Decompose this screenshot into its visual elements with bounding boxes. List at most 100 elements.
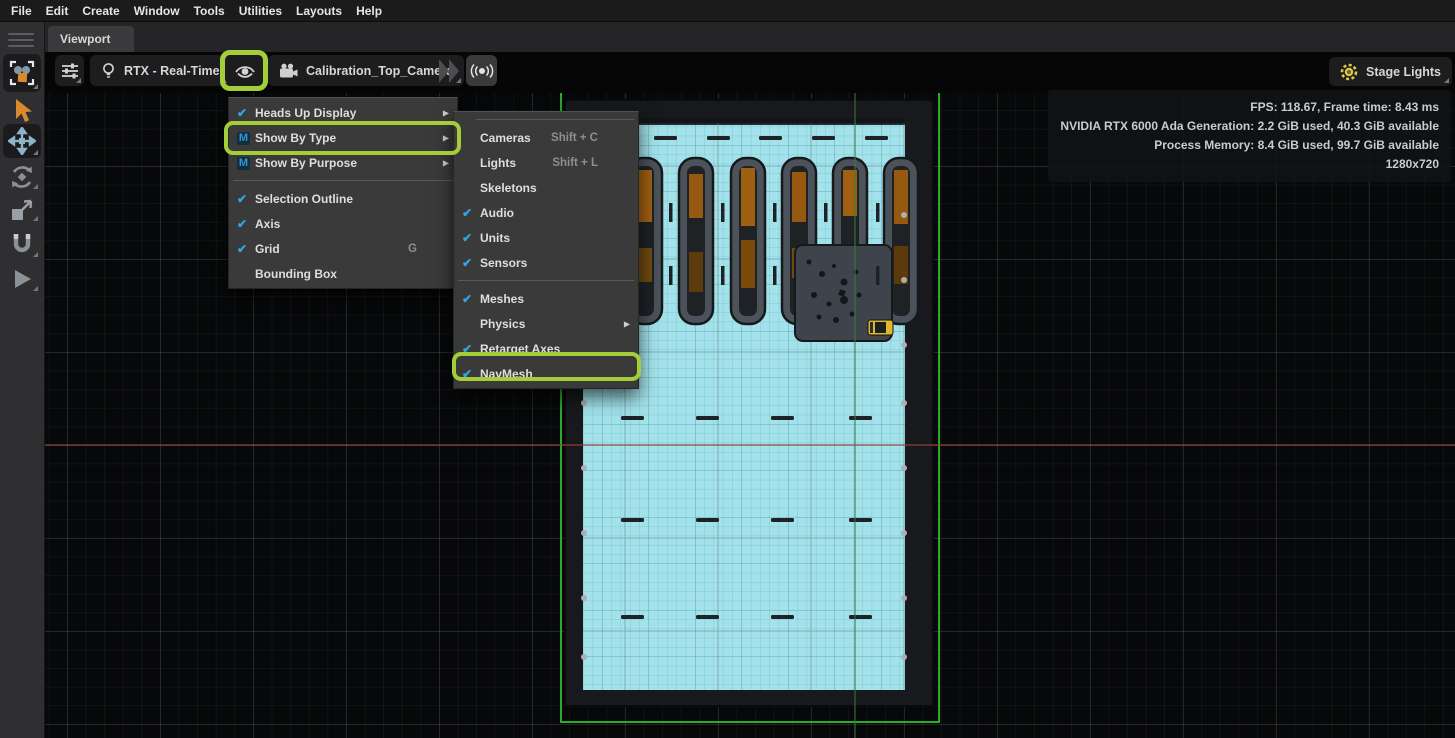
- viewport-settings-button[interactable]: [55, 55, 84, 86]
- toolbar-expand-chevrons-icon[interactable]: [437, 57, 465, 85]
- menu-item-label: Show By Type: [255, 131, 336, 145]
- render-engine-button[interactable]: RTX - Real-Time: [90, 55, 231, 86]
- menu-separator: [458, 280, 634, 281]
- hud-stat-line: 1280x720: [1060, 155, 1439, 174]
- menu-item-label: Units: [480, 231, 510, 245]
- toolbar-drag-handle[interactable]: [8, 29, 34, 51]
- menu-item-cameras[interactable]: Cameras Shift + C: [454, 125, 638, 150]
- menu-item-meshes[interactable]: ✔Meshes: [454, 286, 638, 311]
- check-icon: ✔: [237, 106, 255, 120]
- menu-item-sensors[interactable]: ✔Sensors: [454, 250, 638, 275]
- menubar-item-help[interactable]: Help: [349, 4, 389, 18]
- tab-viewport[interactable]: Viewport: [48, 26, 134, 52]
- menu-item-lights[interactable]: Lights Shift + L: [454, 150, 638, 175]
- menubar-item-window[interactable]: Window: [127, 4, 187, 18]
- menu-item-heads-up-display[interactable]: ✔Heads Up Display ▶: [229, 100, 457, 125]
- submenu-arrow-icon: ▶: [443, 108, 449, 117]
- check-icon: ✔: [462, 367, 480, 381]
- menu-item-label: Axis: [255, 217, 280, 231]
- menu-item-label: Lights: [480, 156, 516, 170]
- visibility-button[interactable]: [226, 55, 263, 86]
- menubar-item-utilities[interactable]: Utilities: [232, 4, 289, 18]
- check-icon: ✔: [462, 342, 480, 356]
- show-by-type-menu: Cameras Shift + C Lights Shift + L Skeletons…: [453, 111, 639, 389]
- hud-stat-line: FPS: 118.67, Frame time: 8.43 ms: [1060, 98, 1439, 117]
- menu-item-label: Skeletons: [480, 181, 537, 195]
- stage-lights-label: Stage Lights: [1366, 65, 1441, 79]
- menubar-item-create[interactable]: Create: [75, 4, 126, 18]
- audio-emitter-icon: [470, 63, 494, 79]
- tab-viewport-label: Viewport: [60, 32, 110, 46]
- mixed-state-icon: M: [237, 130, 255, 145]
- menu-item-shortcut: Shift + C: [551, 132, 598, 144]
- submenu-arrow-icon: ▶: [443, 158, 449, 167]
- menu-item-label: NavMesh: [480, 367, 533, 381]
- menu-item-physics[interactable]: Physics ▶: [454, 311, 638, 336]
- rotate-icon: [9, 164, 35, 190]
- selection-window-tool[interactable]: [3, 54, 41, 92]
- menu-item-show-by-type[interactable]: M Show By Type ▶: [229, 125, 457, 150]
- eye-icon: [234, 62, 256, 80]
- submenu-arrow-icon: ▶: [443, 133, 449, 142]
- menu-item-selection-outline[interactable]: ✔Selection Outline: [229, 186, 457, 211]
- menubar-item-edit[interactable]: Edit: [39, 4, 76, 18]
- staging-area: [795, 245, 893, 341]
- audio-emitter-button[interactable]: [466, 55, 497, 86]
- menu-item-show-by-purpose[interactable]: MShow By Purpose▶: [229, 150, 457, 175]
- check-icon: ✔: [237, 242, 255, 256]
- menu-item-label: Retarget Axes: [480, 342, 560, 356]
- menu-item-label: Cameras: [480, 131, 531, 145]
- menu-item-label: Physics: [480, 317, 525, 331]
- menubar-item-file[interactable]: File: [4, 4, 39, 18]
- cursor-icon: [10, 97, 34, 125]
- mixed-state-icon: M: [237, 155, 255, 170]
- play-icon: [10, 267, 34, 291]
- menu-item-navmesh[interactable]: ✔NavMesh: [454, 361, 638, 386]
- menu-item-label: Bounding Box: [255, 267, 337, 281]
- menu-item-label: Audio: [480, 206, 514, 220]
- check-icon: ✔: [462, 231, 480, 245]
- menu-item-axis[interactable]: ✔Axis: [229, 211, 457, 236]
- camera-selector-button[interactable]: Calibration_Top_Camera: [268, 55, 464, 86]
- menu-item-shortcut: Shift + L: [552, 157, 598, 169]
- lightbulb-icon: [101, 62, 116, 80]
- omniverse-app: { "app": { "menubar": ["File", "Edit", "…: [0, 0, 1455, 738]
- menu-item-label: Meshes: [480, 292, 524, 306]
- move-icon: [8, 127, 36, 155]
- scale-tool[interactable]: [3, 196, 41, 224]
- menu-item-grid[interactable]: ✔GridG: [229, 236, 457, 261]
- menubar-item-tools[interactable]: Tools: [187, 4, 232, 18]
- play-button[interactable]: [3, 264, 41, 294]
- magnet-icon: [9, 231, 35, 257]
- rotate-tool[interactable]: [3, 162, 41, 192]
- sliders-icon: [60, 61, 80, 81]
- menu-item-skeletons[interactable]: Skeletons: [454, 175, 638, 200]
- hud-stats: FPS: 118.67, Frame time: 8.43 msNVIDIA R…: [1048, 90, 1451, 182]
- move-tool[interactable]: [3, 124, 41, 158]
- menu-item-bounding-box[interactable]: Bounding Box: [229, 261, 457, 286]
- menu-item-units[interactable]: ✔Units: [454, 225, 638, 250]
- menubar-item-layouts[interactable]: Layouts: [289, 4, 349, 18]
- menu-item-retarget-axes[interactable]: ✔Retarget Axes: [454, 336, 638, 361]
- scale-icon: [9, 197, 35, 223]
- select-tool[interactable]: [3, 96, 41, 126]
- visibility-menu: ✔Heads Up Display▶MShow By Type▶MShow By…: [228, 97, 458, 289]
- menu-item-label: Heads Up Display: [255, 106, 356, 120]
- robot-forklift: [868, 320, 893, 335]
- check-icon: ✔: [237, 217, 255, 231]
- mixed-state-glyph: M: [237, 132, 250, 145]
- hud-stat-line: Process Memory: 8.4 GiB used, 99.7 GiB a…: [1060, 136, 1439, 155]
- snap-tool[interactable]: [3, 228, 41, 260]
- stage-lights-icon: [1340, 63, 1358, 81]
- camera-selector-label: Calibration_Top_Camera: [306, 64, 453, 78]
- video-camera-icon: [279, 63, 298, 79]
- selection-window-icon: [7, 58, 37, 88]
- check-icon: ✔: [462, 256, 480, 270]
- menu-item-label: Sensors: [480, 256, 527, 270]
- menu-item-audio[interactable]: ✔Audio: [454, 200, 638, 225]
- render-engine-label: RTX - Real-Time: [124, 64, 220, 78]
- submenu-arrow-icon: ▶: [624, 319, 630, 328]
- mixed-state-glyph: M: [237, 157, 250, 170]
- check-icon: ✔: [237, 192, 255, 206]
- stage-lights-button[interactable]: Stage Lights: [1329, 57, 1452, 86]
